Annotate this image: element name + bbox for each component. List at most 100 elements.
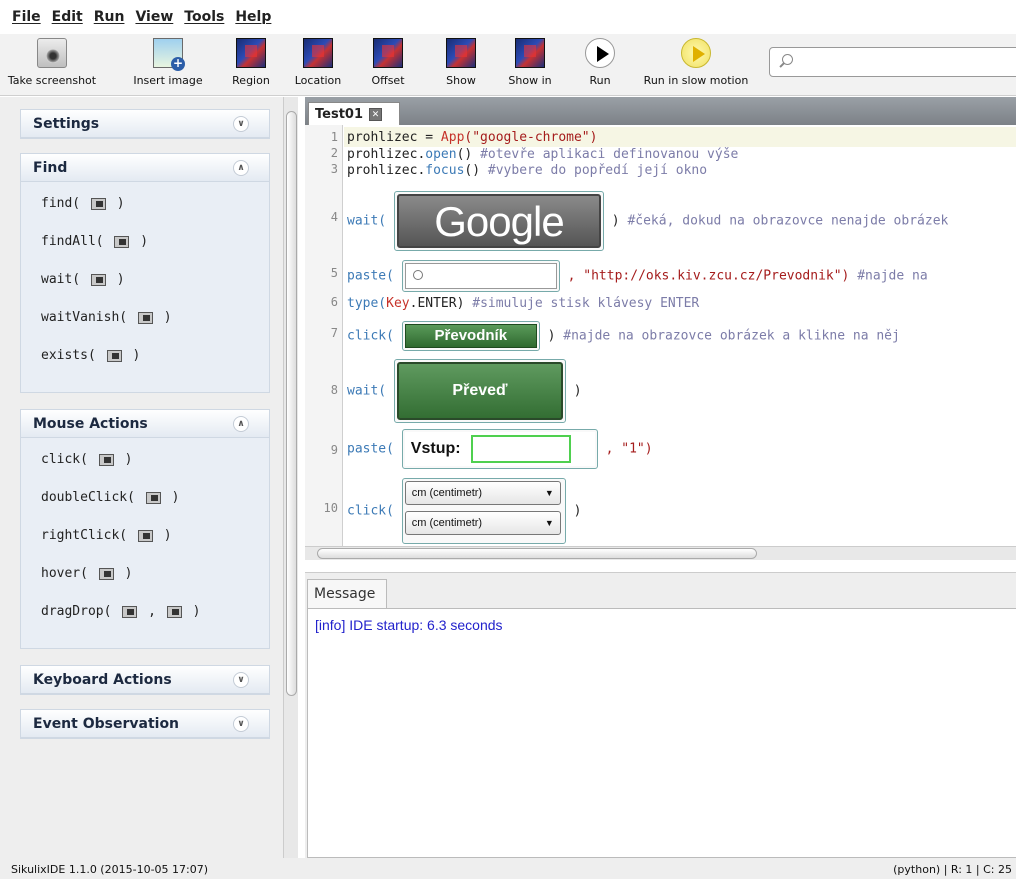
message-console: [info] IDE startup: 6.3 seconds: [307, 608, 1016, 858]
code-line-9[interactable]: paste( Vstup: , "1"): [347, 429, 653, 469]
find-title: Find: [33, 159, 68, 176]
line-number: 7: [330, 326, 338, 340]
code-string: ("google-chrome"): [464, 130, 598, 145]
line-number: 6: [330, 295, 338, 309]
keyboard-actions-title: Keyboard Actions: [33, 671, 172, 688]
collapse-icon[interactable]: ∧: [233, 160, 249, 176]
code-keyword: Key: [386, 296, 410, 311]
cmd-wait[interactable]: wait( ): [41, 264, 269, 302]
line-number: 4: [330, 210, 338, 224]
prevodnik-text: Převodník: [404, 324, 537, 348]
expand-icon[interactable]: ∨: [233, 116, 249, 132]
code-line-2[interactable]: prohlizec.open() #otevře aplikaci defino…: [347, 147, 738, 162]
settings-header[interactable]: Settings ∨: [21, 110, 269, 138]
camera-icon: [37, 38, 67, 68]
run-button[interactable]: Run: [584, 38, 616, 87]
menu-file[interactable]: File: [12, 9, 41, 25]
code-line-1[interactable]: prohlizec = App("google-chrome"): [347, 130, 597, 145]
sidebar: Settings ∨ Find ∧ find( ) findAll( ) wai…: [0, 97, 283, 858]
cmd-find[interactable]: find( ): [41, 188, 269, 226]
code-line-10[interactable]: click( cm (centimetr) ▼ cm (centimetr) ▼ ): [347, 478, 581, 544]
cmd-label: findAll(: [41, 234, 104, 249]
show-in-button[interactable]: Show in: [504, 38, 556, 87]
code-line-4[interactable]: wait( Google ) #čeká, dokud na obrazovce…: [347, 191, 948, 251]
message-area: Message [info] IDE startup: 6.3 seconds: [305, 572, 1016, 858]
line-number: 3: [330, 162, 338, 176]
cmd-doubleclick[interactable]: doubleClick( ): [41, 482, 269, 520]
event-observation-title: Event Observation: [33, 715, 180, 732]
collapse-icon[interactable]: ∧: [233, 416, 249, 432]
vstup-field-image[interactable]: Vstup:: [401, 429, 598, 469]
message-text: [info] IDE startup: 6.3 seconds: [315, 617, 503, 633]
code-line-3[interactable]: prohlizec.focus() #vybere do popředí jej…: [347, 163, 707, 178]
find-header[interactable]: Find ∧: [21, 154, 269, 182]
mouse-actions-header[interactable]: Mouse Actions ∧: [21, 410, 269, 438]
menu-view[interactable]: View: [135, 9, 173, 25]
search-input[interactable]: [769, 47, 1016, 77]
code-comment: #simuluje stisk klávesy ENTER: [472, 296, 700, 311]
offset-button[interactable]: Offset: [366, 38, 410, 87]
code-line-8[interactable]: wait( Převeď ): [347, 359, 582, 423]
cmd-findall[interactable]: findAll( ): [41, 226, 269, 264]
show-in-label: Show in: [508, 74, 552, 87]
tab-test01[interactable]: Test01 ✕: [308, 102, 400, 125]
scroll-thumb[interactable]: [317, 548, 757, 559]
preved-button-image[interactable]: Převeď: [393, 359, 566, 423]
cmd-label: exists(: [41, 348, 96, 363]
code-line-6[interactable]: type(Key.ENTER) #simuluje stisk klávesy …: [347, 296, 699, 311]
tab-row: Test01 ✕: [305, 97, 1016, 125]
event-observation-header[interactable]: Event Observation ∨: [21, 710, 269, 738]
google-logo-image[interactable]: Google: [393, 191, 604, 251]
expand-icon[interactable]: ∨: [233, 716, 249, 732]
close-icon[interactable]: ✕: [369, 107, 383, 121]
dropdown-value: cm (centimetr): [411, 517, 483, 529]
menu-run[interactable]: Run: [94, 9, 125, 25]
cmd-label: waitVanish(: [41, 310, 128, 325]
cmd-dragdrop[interactable]: dragDrop( , ): [41, 596, 269, 634]
toolbar: Take screenshot Insert image Region Loca…: [0, 34, 1016, 96]
menu-edit[interactable]: Edit: [52, 9, 83, 25]
code-line-7[interactable]: click( Převodník ) #najde na obrazovce o…: [347, 321, 900, 351]
region-button[interactable]: Region: [228, 38, 274, 87]
insert-image-button[interactable]: Insert image: [128, 38, 208, 87]
cmd-label: rightClick(: [41, 528, 128, 543]
cmd-label: click(: [41, 452, 88, 467]
menu-help[interactable]: Help: [235, 9, 271, 25]
code-comment: #najde na obrazovce obrázek a klikne na …: [563, 328, 900, 344]
scroll-thumb[interactable]: [286, 111, 297, 696]
prevodnik-button-image[interactable]: Převodník: [401, 321, 540, 351]
capture-icon: [137, 311, 153, 324]
code-line-5[interactable]: paste( , "http://oks.kiv.zcu.cz/Prevodni…: [347, 260, 928, 292]
insert-image-icon: [153, 38, 185, 71]
cmd-click[interactable]: click( ): [41, 444, 269, 482]
cmd-exists[interactable]: exists( ): [41, 340, 269, 378]
tab-title: Test01: [315, 106, 364, 122]
take-screenshot-button[interactable]: Take screenshot: [6, 38, 98, 87]
status-version: SikulixIDE 1.1.0 (2015-10-05 17:07): [11, 863, 209, 876]
sidebar-scrollbar[interactable]: [283, 97, 298, 858]
cmd-label: find(: [41, 196, 81, 211]
expand-icon[interactable]: ∨: [233, 672, 249, 688]
tab-message[interactable]: Message: [307, 579, 387, 609]
cmd-rightclick[interactable]: rightClick( ): [41, 520, 269, 558]
location-icon: [303, 38, 333, 68]
keyboard-actions-header[interactable]: Keyboard Actions ∨: [21, 666, 269, 694]
run-slow-button[interactable]: Run in slow motion: [638, 38, 754, 87]
menu-tools[interactable]: Tools: [184, 9, 224, 25]
vstup-input-thumb: [470, 435, 571, 463]
status-cursor: (python) | R: 1 | C: 25: [893, 863, 1012, 876]
play-icon: [585, 38, 615, 68]
show-button[interactable]: Show: [440, 38, 482, 87]
location-button[interactable]: Location: [292, 38, 344, 87]
show-label: Show: [446, 74, 476, 87]
search-field-image[interactable]: [401, 260, 560, 292]
editor-horizontal-scrollbar[interactable]: [305, 546, 1016, 560]
dropdown-arrow-icon: ▼: [544, 488, 554, 498]
menu-bar: File Edit Run View Tools Help: [0, 0, 1016, 34]
settings-title: Settings: [33, 115, 100, 132]
search-icon: [412, 270, 423, 280]
line-number: 9: [330, 443, 338, 457]
cmd-waitvanish[interactable]: waitVanish( ): [41, 302, 269, 340]
cmd-hover[interactable]: hover( ): [41, 558, 269, 596]
dropdown-image[interactable]: cm (centimetr) ▼ cm (centimetr) ▼: [401, 478, 566, 544]
